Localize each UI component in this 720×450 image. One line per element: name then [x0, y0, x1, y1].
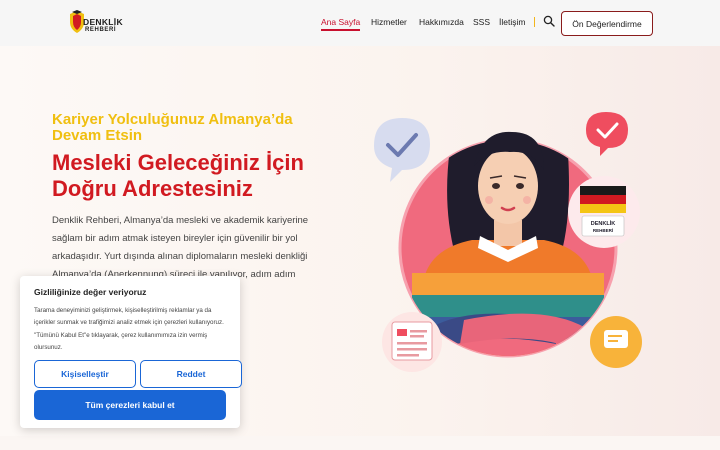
hero-kicker: Kariyer Yolculuğunuz Almanya’da Devam Et… [52, 111, 293, 144]
site-header: DENKLİK REHBERİ Ana Sayfa Hizmetler Hakk… [0, 0, 720, 46]
logo-text-top: DENKLİK [83, 17, 123, 27]
german-flag-icon [568, 176, 640, 248]
logo[interactable]: DENKLİK REHBERİ [68, 9, 132, 37]
nav-link-home[interactable]: Ana Sayfa [321, 17, 361, 31]
cookie-consent-panel: Gizliliğinize değer veriyoruz Tarama den… [20, 276, 242, 428]
accept-all-button[interactable]: Tüm çerezleri kabul et [34, 390, 226, 420]
chat-bubble-icon [590, 316, 642, 368]
hero-body: Denklik Rehberi, Almanya’da mesleki ve a… [52, 215, 309, 280]
document-icon [382, 312, 442, 372]
nav-link-about[interactable]: Hakkımızda [419, 17, 464, 27]
flag-caption-bottom: REHBERİ [593, 227, 613, 233]
assessment-button[interactable]: Ön Değerlendirme [561, 11, 653, 36]
nav-link-faq[interactable]: SSS [473, 17, 490, 27]
reject-button[interactable]: Reddet [140, 360, 242, 388]
logo-text-bottom: REHBERİ [85, 27, 117, 33]
hero-illustration: DENKLİK REHBERİ [374, 112, 642, 372]
cookie-description: Tarama deneyiminizi geliştirmek, kişisel… [34, 307, 224, 351]
cookie-title: Gizliliğinize değer veriyoruz [34, 287, 147, 297]
search-icon[interactable] [543, 15, 555, 27]
flag-caption-top: DENKLİK [591, 220, 615, 227]
nav-link-contact[interactable]: İletişim [499, 17, 525, 27]
check-bubble-icon [374, 118, 430, 182]
hero-headline: Mesleki Geleceğiniz İçin Doğru Adrestesi… [52, 150, 304, 201]
check-bubble-icon [586, 112, 628, 156]
nav-link-services[interactable]: Hizmetler [371, 17, 407, 27]
nav-divider [534, 17, 535, 27]
customize-button[interactable]: Kişiselleştir [34, 360, 136, 388]
